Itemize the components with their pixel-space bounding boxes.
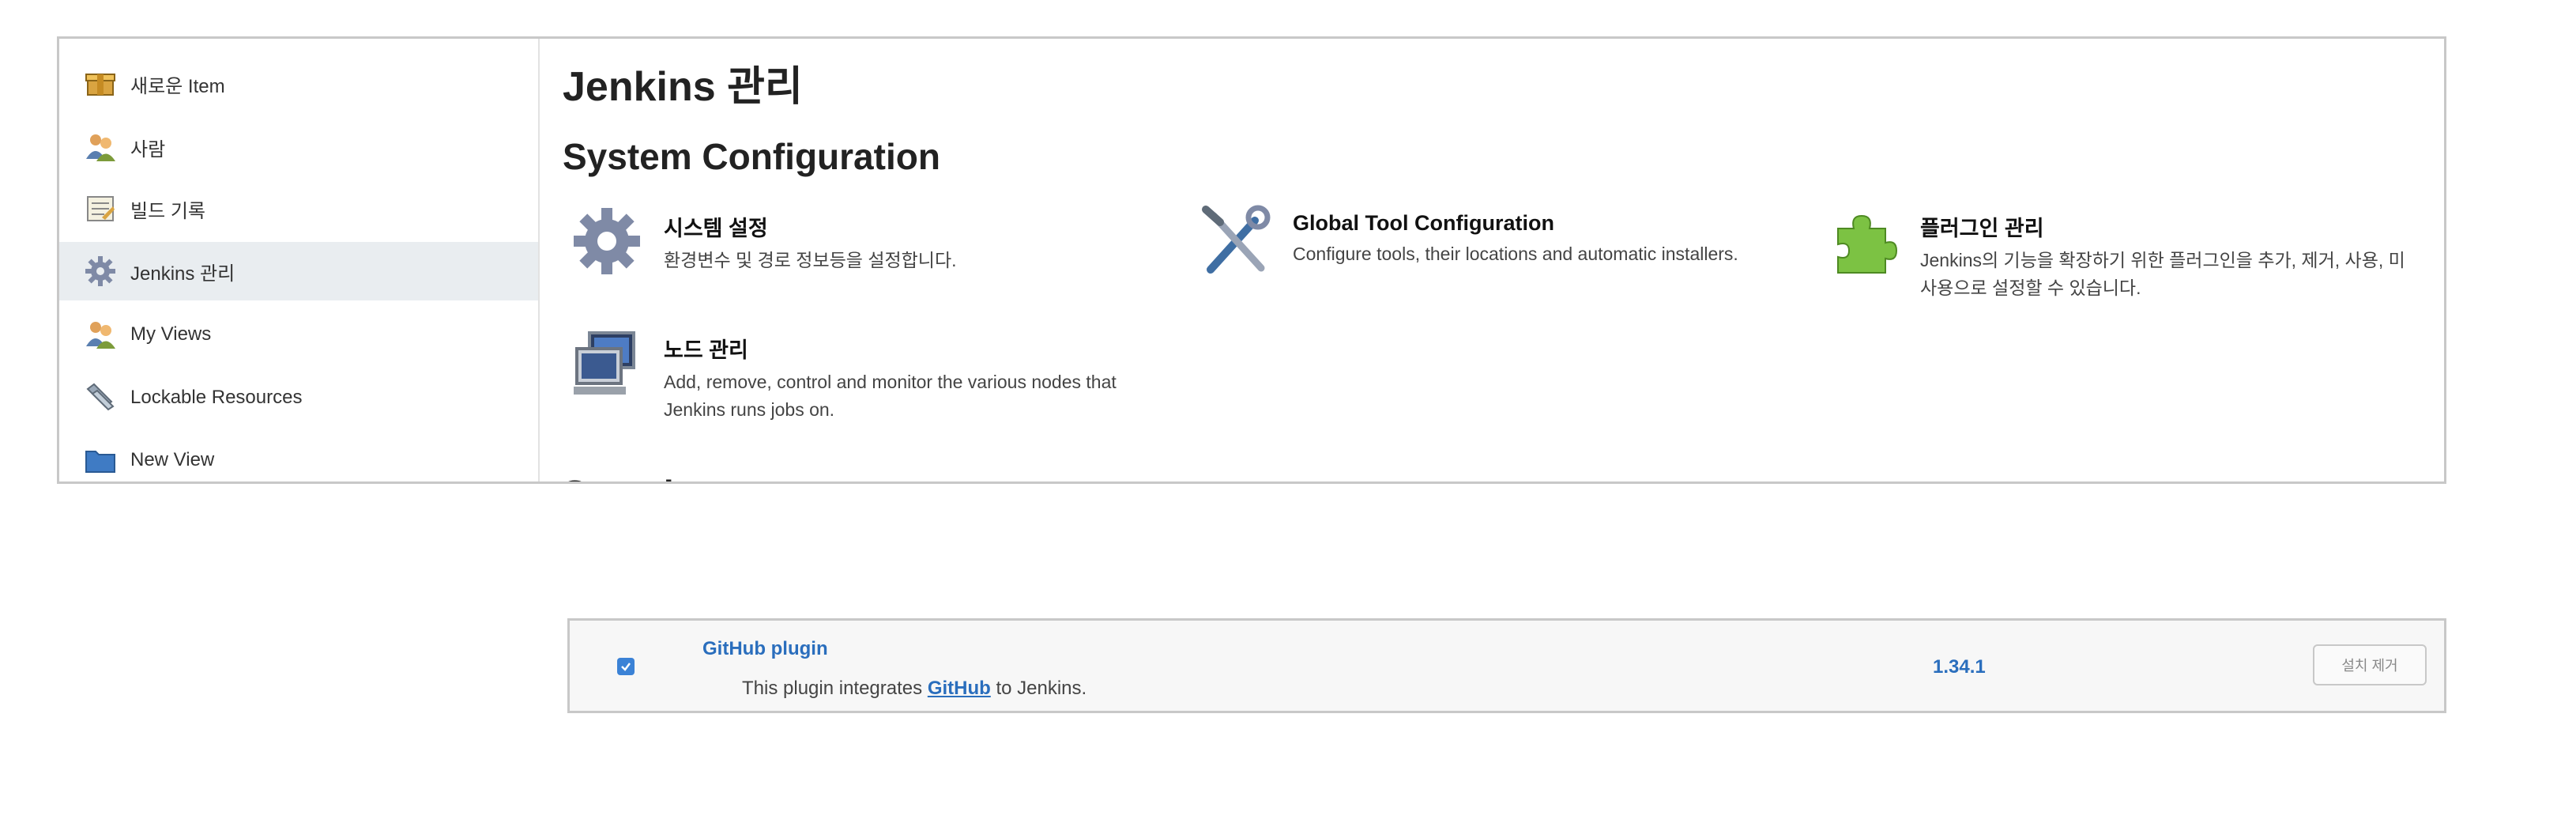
manage-item-desc-line: 사용으로 설정할 수 있습니다. (1920, 278, 2141, 298)
plugin-description: This plugin integrates GitHub to Jenkins… (742, 678, 1087, 700)
section-title-security: Security (563, 472, 706, 481)
lock-resources-icon (83, 380, 118, 415)
sidebar-item-new-item[interactable]: 새로운 Item (59, 55, 538, 113)
folder-icon (83, 443, 118, 478)
manage-item-title: 플러그인 관리 (1920, 217, 2044, 240)
sidebar-item-label: New View (130, 449, 215, 470)
section-title: System Configuration (563, 136, 940, 177)
computer-icon (571, 327, 643, 399)
puzzle-icon (1827, 205, 1900, 278)
tools-icon (1199, 205, 1272, 278)
checkmark-icon (621, 663, 631, 671)
main-content: Jenkins 관리 System Configuration 시스템 설정 환… (563, 39, 2444, 481)
sidebar-item-label: Lockable Resources (130, 387, 303, 408)
manage-item-desc-line: Jenkins의 기능을 확장하기 위한 플러그인을 추가, 제거, 사용, 미 (1920, 250, 2405, 270)
people-icon (83, 317, 118, 352)
build-history-icon (83, 191, 118, 226)
gear-icon (571, 205, 643, 278)
sidebar-item-manage-jenkins[interactable]: Jenkins 관리 (59, 242, 538, 300)
manage-item-global-tool-config[interactable]: Global Tool Configuration Configure tool… (1199, 205, 1738, 278)
people-icon (83, 130, 118, 164)
sidebar-item-lockable-resources[interactable]: Lockable Resources (59, 368, 538, 427)
manage-item-desc: 환경변수 및 경로 정보등을 설정합니다. (664, 250, 957, 270)
sidebar-item-build-history[interactable]: 빌드 기록 (59, 179, 538, 238)
sidebar: 새로운 Item 사람 빌드 기록 Jenkins 관리 My Views Lo… (59, 39, 540, 481)
plugin-row: GitHub plugin This plugin integrates Git… (567, 618, 2446, 713)
manage-item-plugin-manager[interactable]: 플러그인 관리 Jenkins의 기능을 확장하기 위한 플러그인을 추가, 제… (1827, 205, 2405, 302)
sidebar-item-label: My Views (130, 323, 212, 345)
sidebar-item-new-view[interactable]: New View (59, 431, 538, 481)
manage-item-desc: Add, remove, control and monitor the var… (664, 368, 1117, 424)
sidebar-item-label: 빌드 기록 (130, 200, 205, 222)
jenkins-manage-panel: 새로운 Item 사람 빌드 기록 Jenkins 관리 My Views Lo… (57, 36, 2446, 484)
plugin-desc-text: This plugin integrates (742, 678, 923, 699)
github-link[interactable]: GitHub (928, 678, 991, 699)
sidebar-item-my-views[interactable]: My Views (59, 305, 538, 364)
sidebar-item-people[interactable]: 사람 (59, 118, 538, 176)
manage-item-desc: Configure tools, their locations and aut… (1293, 244, 1738, 264)
manage-item-node-manager[interactable]: 노드 관리 Add, remove, control and monitor t… (571, 327, 1117, 424)
manage-item-desc-line: Add, remove, control and monitor the var… (664, 372, 1117, 392)
page-title: Jenkins 관리 (563, 64, 803, 110)
manage-item-desc-line: Jenkins runs jobs on. (664, 399, 835, 420)
sidebar-item-label: 새로운 Item (130, 75, 225, 97)
sidebar-item-label: Jenkins 관리 (130, 262, 235, 285)
plugin-version[interactable]: 1.34.1 (1933, 656, 1986, 678)
new-item-icon (83, 66, 118, 101)
manage-item-title: Global Tool Configuration (1293, 211, 1554, 235)
manage-item-desc: Jenkins의 기능을 확장하기 위한 플러그인을 추가, 제거, 사용, 미… (1920, 247, 2405, 302)
gear-icon (83, 254, 118, 289)
plugin-name-link[interactable]: GitHub plugin (702, 638, 828, 660)
sidebar-item-label: 사람 (130, 138, 166, 160)
manage-item-title: 시스템 설정 (664, 217, 768, 240)
manage-item-system-config[interactable]: 시스템 설정 환경변수 및 경로 정보등을 설정합니다. (571, 205, 957, 278)
manage-item-title: 노드 관리 (664, 338, 748, 362)
plugin-enabled-checkbox[interactable] (617, 658, 635, 675)
uninstall-button[interactable]: 설치 제거 (2313, 644, 2427, 685)
plugin-desc-text: to Jenkins. (996, 678, 1087, 699)
